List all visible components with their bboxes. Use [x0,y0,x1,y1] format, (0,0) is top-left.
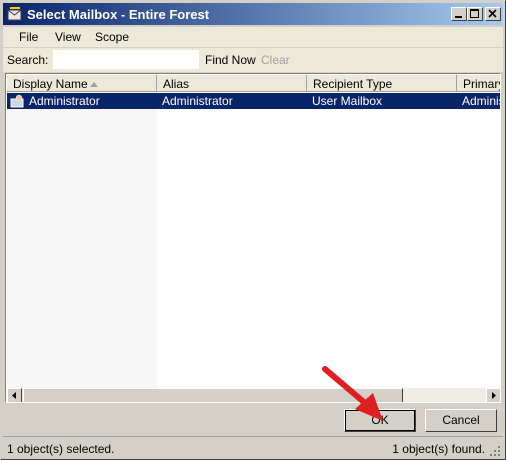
status-found: 1 object(s) found. [392,442,485,456]
table-row[interactable]: Administrator Administrator User Mailbox… [7,93,500,109]
column-header-label: Recipient Type [313,77,393,91]
select-mailbox-dialog: Select Mailbox - Entire Forest File View… [0,0,506,460]
minimize-icon [455,16,462,18]
sort-ascending-icon [90,82,98,87]
find-now-button[interactable]: Find Now [205,53,256,67]
column-header-display-name[interactable]: Display Name [7,75,157,92]
annotation-arrow-icon [322,366,383,421]
search-label: Search: [7,53,49,67]
arrow-right-icon [492,392,496,399]
column-header-label: Alias [163,77,190,91]
close-button[interactable] [485,7,501,21]
column-header-label: Display Name [13,77,88,91]
mailbox-icon [7,7,22,21]
sorted-column-shading [7,75,157,388]
status-selected: 1 object(s) selected. [7,442,115,456]
resize-grip-icon[interactable] [489,445,501,457]
window-title: Select Mailbox - Entire Forest [27,7,210,22]
arrow-left-icon [12,392,16,399]
scroll-left-button[interactable] [7,388,22,402]
user-mailbox-icon [10,94,24,108]
horizontal-scrollbar[interactable] [7,388,500,402]
search-bar: Search: Find Now Clear [3,48,503,72]
search-input[interactable] [53,50,199,69]
cell-recipient-type: User Mailbox [312,94,383,108]
cancel-button[interactable]: Cancel [425,409,497,432]
mailbox-list[interactable]: Display Name Alias Recipient Type Primar… [5,73,501,403]
maximize-icon [470,9,479,18]
minimize-button[interactable] [451,7,467,21]
menu-bar: File View Scope [3,27,503,47]
menu-scope[interactable]: Scope [95,30,129,44]
list-header: Display Name Alias Recipient Type Primar… [7,75,501,92]
status-bar: 1 object(s) selected. 1 object(s) found. [3,436,503,459]
column-header-label: Primary [463,77,501,91]
close-icon [488,9,497,18]
menu-file[interactable]: File [19,30,38,44]
cell-display-name: Administrator [29,94,100,108]
clear-button[interactable]: Clear [261,53,290,67]
maximize-button[interactable] [467,7,483,21]
cell-primary: Administ [462,94,500,108]
cell-alias: Administrator [162,94,233,108]
column-header-primary[interactable]: Primary [457,75,501,92]
menu-view[interactable]: View [55,30,81,44]
column-header-recipient-type[interactable]: Recipient Type [307,75,457,92]
column-header-alias[interactable]: Alias [157,75,307,92]
title-bar[interactable]: Select Mailbox - Entire Forest [3,3,503,25]
scroll-right-button[interactable] [486,388,500,402]
